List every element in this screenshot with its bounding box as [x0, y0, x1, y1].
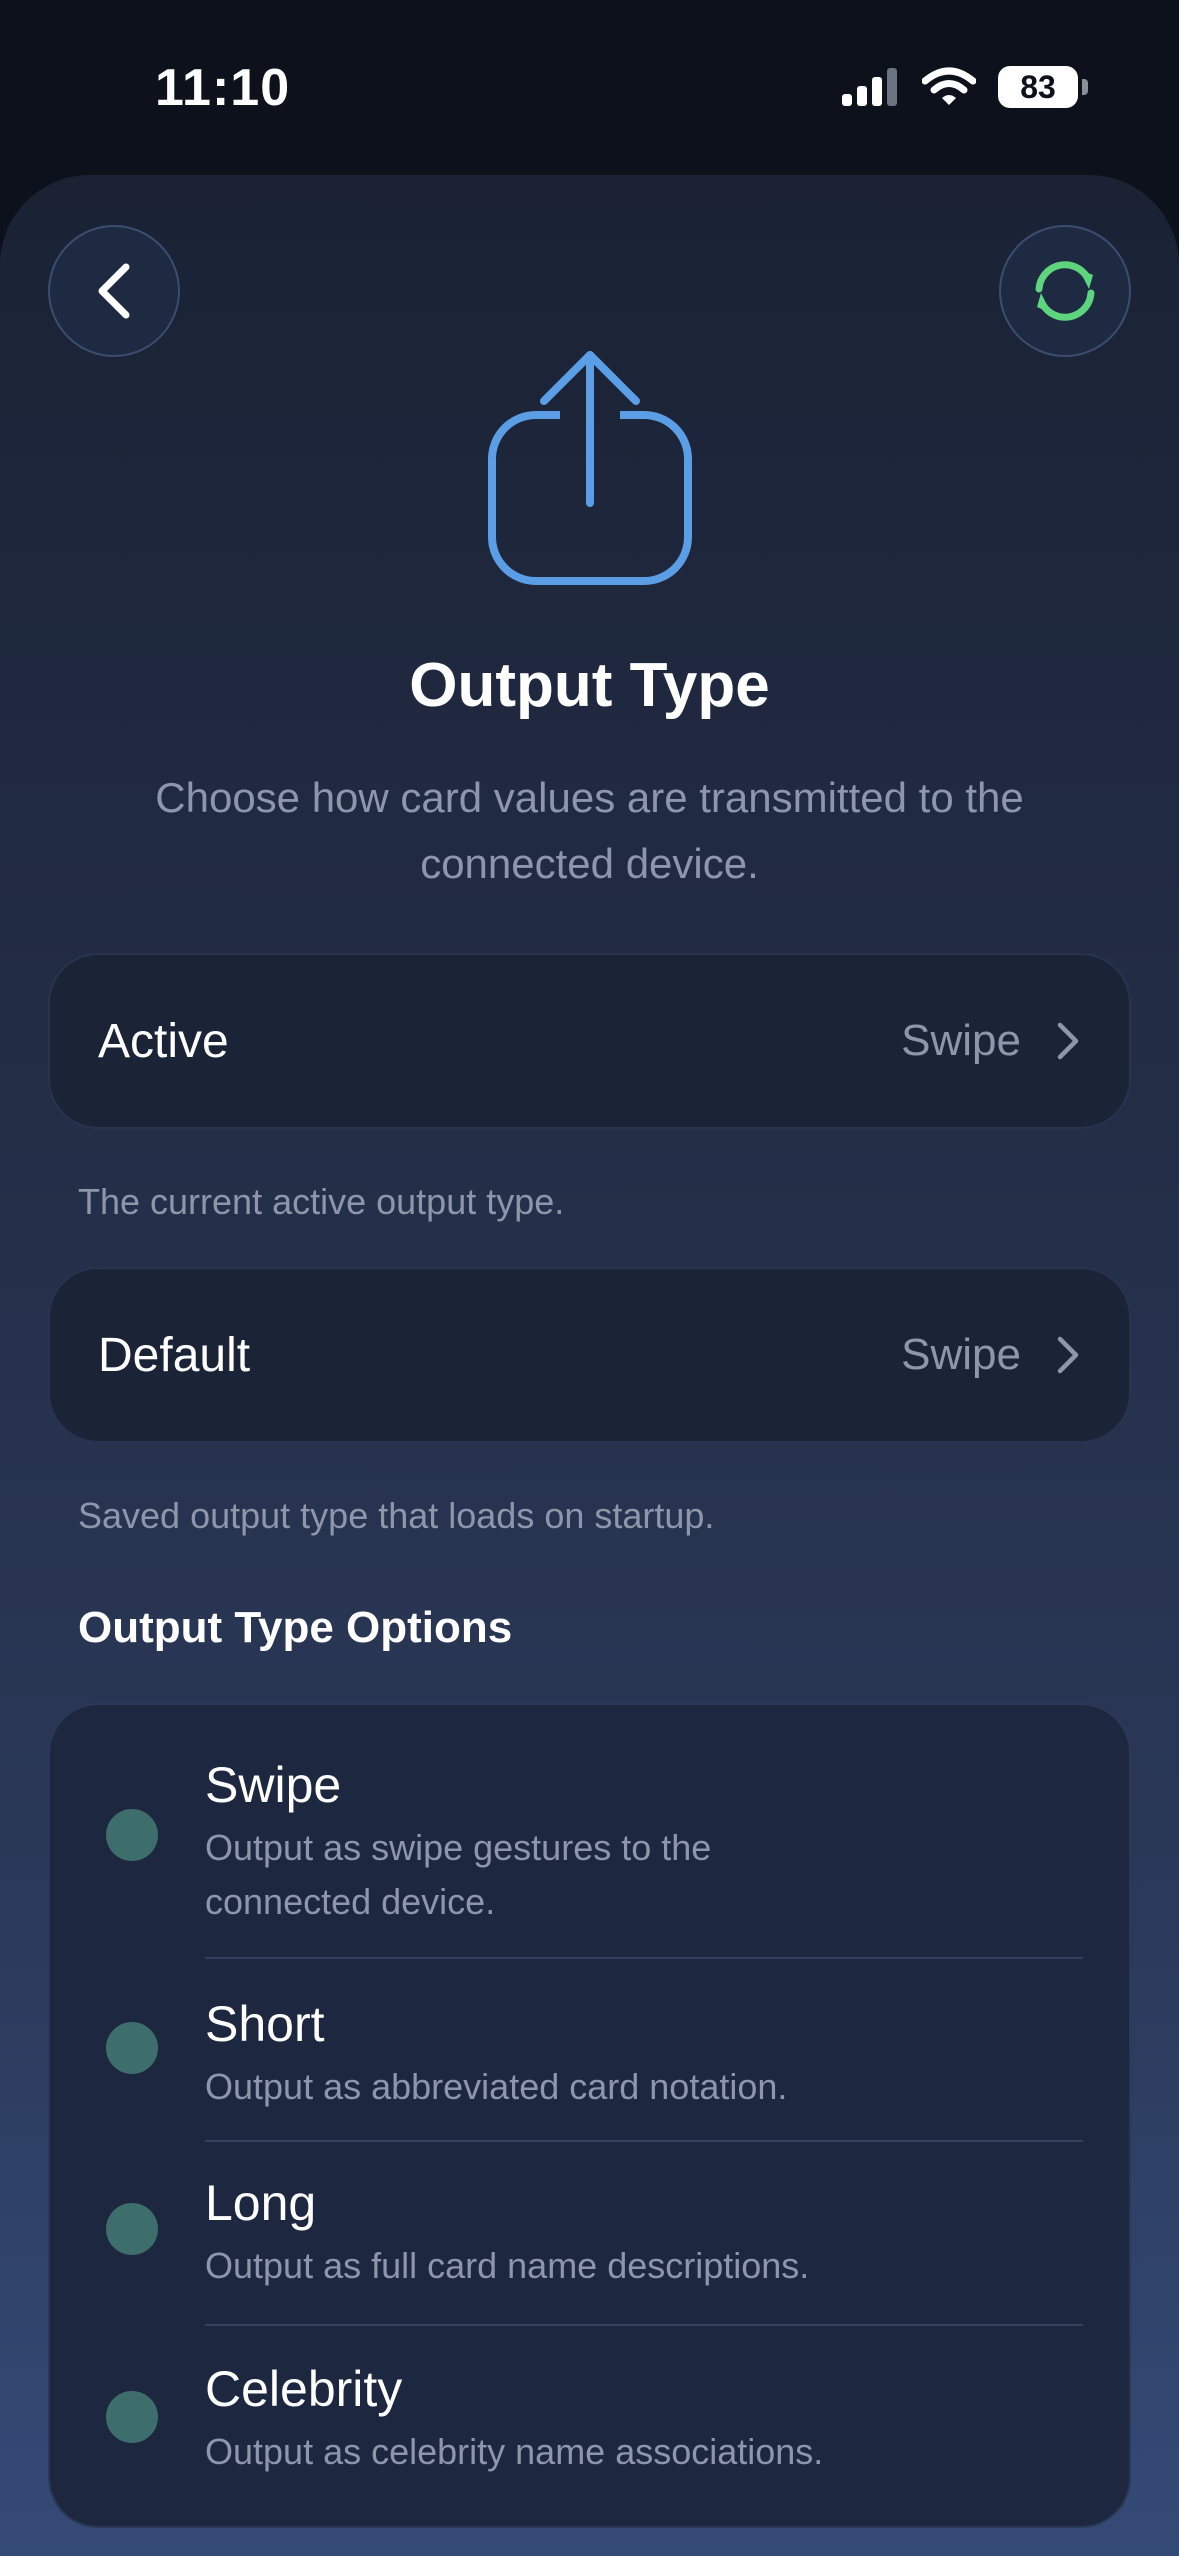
option-description: Output as abbreviated card notation.	[205, 2066, 788, 2107]
option-radio-dot[interactable]	[106, 1809, 158, 1861]
chevron-left-icon	[98, 263, 130, 319]
option-text: Short Output as abbreviated card notatio…	[205, 1994, 1075, 2114]
page-subtitle: Choose how card values are transmitted t…	[155, 774, 1024, 887]
default-label: Default	[98, 1328, 251, 1382]
option-text: Celebrity Output as celebrity name assoc…	[205, 2359, 1075, 2479]
cellular-signal-icon	[842, 68, 897, 106]
option-swipe[interactable]: Swipe Output as swipe gestures to the co…	[50, 1705, 1133, 1958]
option-text: Long Output as full card name descriptio…	[205, 2173, 1075, 2293]
battery-cap	[1082, 79, 1088, 95]
chevron-right-icon	[1057, 1336, 1079, 1374]
option-celebrity[interactable]: Celebrity Output as celebrity name assoc…	[50, 2325, 1133, 2530]
active-value: Swipe	[901, 1016, 1021, 1065]
status-time: 11:10	[155, 59, 291, 117]
option-description: Output as celebrity name associations.	[205, 2431, 824, 2472]
default-value: Swipe	[901, 1330, 1021, 1379]
battery-level: 83	[1020, 68, 1056, 105]
option-text: Swipe Output as swipe gestures to the co…	[205, 1755, 1075, 1929]
battery-icon: 83	[998, 66, 1088, 108]
option-description: Output as swipe gestures to the connecte…	[205, 1827, 712, 1922]
refresh-icon	[1035, 261, 1095, 321]
chevron-right-icon	[1057, 1022, 1079, 1060]
status-bar: 11:10 83	[0, 0, 1179, 175]
page-title: Output Type	[409, 651, 770, 720]
option-name: Long	[205, 2175, 317, 2231]
option-radio-dot[interactable]	[106, 2022, 158, 2074]
default-footnote: Saved output type that loads on startup.	[78, 1495, 715, 1536]
share-upload-icon	[488, 351, 692, 585]
output-type-options-list: Swipe Output as swipe gestures to the co…	[48, 1703, 1131, 2528]
active-label: Active	[98, 1014, 229, 1068]
option-radio-dot[interactable]	[106, 2203, 158, 2255]
option-name: Celebrity	[205, 2361, 403, 2417]
option-name: Short	[205, 1996, 325, 2052]
back-button[interactable]	[48, 225, 180, 357]
option-short-row[interactable]: Short Output as abbreviated card notatio…	[50, 1958, 1133, 2141]
active-footnote: The current active output type.	[78, 1181, 565, 1222]
option-name: Swipe	[205, 1757, 342, 1813]
option-description: Output as full card name descriptions.	[205, 2245, 810, 2286]
section-heading: Output Type Options	[78, 1603, 513, 1652]
default-output-row[interactable]: Default Swipe	[48, 1267, 1131, 1443]
refresh-button[interactable]	[999, 225, 1131, 357]
option-radio-dot[interactable]	[106, 2391, 158, 2443]
wifi-icon	[922, 67, 976, 105]
status-icons: 83	[840, 62, 1088, 112]
output-type-sheet: Output Type Choose how card values are t…	[0, 175, 1179, 2556]
option-long[interactable]: Long Output as full card name descriptio…	[50, 2141, 1133, 2324]
active-output-row[interactable]: Active Swipe	[48, 953, 1131, 1129]
